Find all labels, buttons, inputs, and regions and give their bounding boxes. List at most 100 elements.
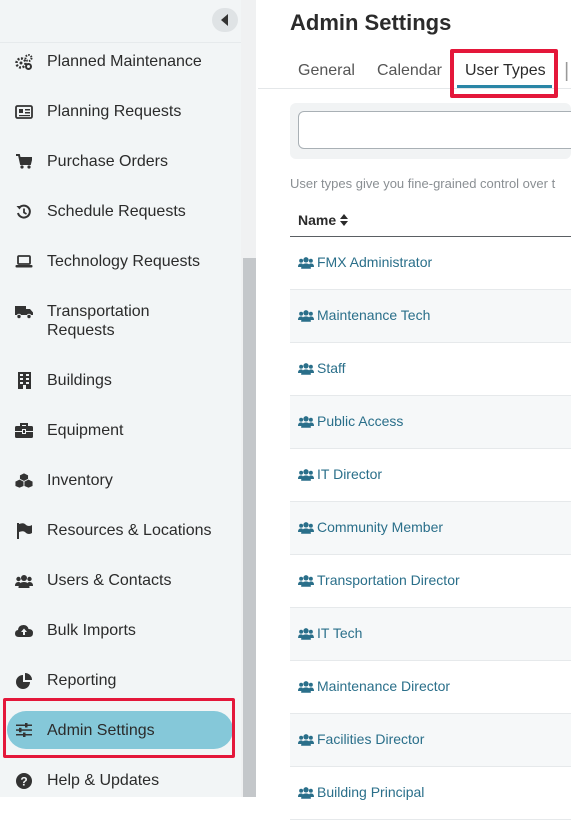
sidebar-item-transportation-requests[interactable]: Transportation Requests xyxy=(0,302,241,340)
users-icon xyxy=(298,468,314,481)
sidebar-scrollbar-thumb[interactable] xyxy=(243,258,256,797)
sidebar-item-label: Buildings xyxy=(47,372,112,389)
sidebar-item-label-line1: Transportation xyxy=(47,303,150,320)
sidebar-item-label: Help & Updates xyxy=(47,772,160,789)
annotation-highlight-user-types-tab xyxy=(450,49,558,98)
user-type-name: FMX Administrator xyxy=(317,254,433,270)
sidebar-item-label: Reporting xyxy=(47,672,117,689)
sidebar-item-buildings[interactable]: Buildings xyxy=(0,371,241,390)
sidebar-item-label: Resources & Locations xyxy=(47,522,212,539)
sidebar-item-equipment[interactable]: Equipment xyxy=(0,421,241,440)
question-circle-icon: ? xyxy=(15,772,33,790)
sidebar-item-label: Schedule Requests xyxy=(47,203,186,220)
user-type-name: Staff xyxy=(317,360,346,376)
user-type-name: IT Director xyxy=(317,466,383,482)
table-row: Facilities Director xyxy=(290,714,571,767)
sort-icon xyxy=(340,214,349,226)
sidebar-divider xyxy=(0,42,241,43)
chevron-left-icon xyxy=(221,14,228,26)
user-type-name: Community Member xyxy=(317,519,444,535)
sidebar-item-purchase-orders[interactable]: Purchase Orders xyxy=(0,152,241,171)
gears-icon xyxy=(15,53,33,71)
user-type-name: Maintenance Director xyxy=(317,678,451,694)
user-type-name: Public Access xyxy=(317,413,404,429)
user-type-link[interactable]: Facilities Director xyxy=(298,731,424,747)
table-row: Building Principal xyxy=(290,767,571,820)
cubes-icon xyxy=(15,472,33,490)
sidebar-item-bulk-imports[interactable]: Bulk Imports xyxy=(0,621,241,640)
user-type-link[interactable]: IT Tech xyxy=(298,625,362,641)
column-header-name[interactable]: Name xyxy=(298,212,349,228)
search-input[interactable] xyxy=(298,111,571,149)
sidebar-item-schedule-requests[interactable]: Schedule Requests xyxy=(0,202,241,221)
sidebar-item-inventory[interactable]: Inventory xyxy=(0,471,241,490)
user-type-link[interactable]: Maintenance Director xyxy=(298,678,450,694)
sidebar-item-label: Planning Requests xyxy=(47,103,182,120)
sidebar-item-label: Users & Contacts xyxy=(47,572,172,589)
users-icon xyxy=(298,415,314,428)
users-icon xyxy=(298,362,314,375)
sidebar-item-label: Purchase Orders xyxy=(47,153,168,170)
sidebar-item-technology-requests[interactable]: Technology Requests xyxy=(0,252,241,271)
sidebar-item-help-updates[interactable]: ? Help & Updates xyxy=(0,771,241,790)
cloud-upload-icon xyxy=(15,622,33,640)
user-type-link[interactable]: IT Director xyxy=(298,466,382,482)
tab-calendar[interactable]: Calendar xyxy=(377,62,442,80)
history-icon xyxy=(15,203,33,221)
tab-next-truncated[interactable]: ▏ xyxy=(566,62,571,82)
sidebar-item-users-contacts[interactable]: Users & Contacts xyxy=(0,571,241,590)
table-row: Maintenance Tech xyxy=(290,290,571,343)
user-type-link[interactable]: Community Member xyxy=(298,519,443,535)
truck-icon xyxy=(15,303,33,321)
user-type-name: IT Tech xyxy=(317,625,363,641)
users-icon xyxy=(298,521,314,534)
table-row: IT Tech xyxy=(290,608,571,661)
sidebar-item-reporting[interactable]: Reporting xyxy=(0,671,241,690)
sidebar-item-label: Planned Maintenance xyxy=(47,53,202,70)
table-row: FMX Administrator xyxy=(290,237,571,290)
sidebar-item-label: Transportation Requests xyxy=(47,302,150,340)
column-header-label: Name xyxy=(298,212,337,228)
sidebar-item-label: Technology Requests xyxy=(47,253,200,270)
user-type-link[interactable]: Building Principal xyxy=(298,784,424,800)
newspaper-icon xyxy=(15,103,33,121)
svg-text:?: ? xyxy=(20,774,27,788)
toolbox-icon xyxy=(15,422,33,440)
flag-icon xyxy=(15,522,33,540)
table-row: Transportation Director xyxy=(290,555,571,608)
page-title: Admin Settings xyxy=(290,10,452,35)
sidebar-item-label-line2: Requests xyxy=(47,322,115,339)
collapse-sidebar-button[interactable] xyxy=(212,8,238,32)
users-icon xyxy=(298,256,314,269)
user-type-name: Building Principal xyxy=(317,784,425,800)
users-icon xyxy=(298,574,314,587)
sidebar-item-label: Inventory xyxy=(47,472,113,489)
user-type-link[interactable]: Staff xyxy=(298,360,346,376)
description-text: User types give you fine-grained control… xyxy=(290,176,556,191)
users-icon xyxy=(298,627,314,640)
table-row: Community Member xyxy=(290,502,571,555)
annotation-highlight-admin-settings xyxy=(3,698,235,758)
sidebar-item-planned-maintenance[interactable]: Planned Maintenance xyxy=(0,52,241,71)
tab-general[interactable]: General xyxy=(298,62,355,80)
user-type-name: Facilities Director xyxy=(317,731,425,747)
user-type-link[interactable]: Transportation Director xyxy=(298,572,460,588)
user-type-link[interactable]: Public Access xyxy=(298,413,403,429)
table-row: Public Access xyxy=(290,396,571,449)
sidebar: Planned Maintenance Planning Requests Pu… xyxy=(0,0,241,797)
user-type-link[interactable]: Maintenance Tech xyxy=(298,307,430,323)
sidebar-item-label: Bulk Imports xyxy=(47,622,136,639)
users-icon xyxy=(298,733,314,746)
users-icon xyxy=(15,572,33,590)
cart-icon xyxy=(15,153,33,171)
users-icon xyxy=(298,309,314,322)
users-icon xyxy=(298,680,314,693)
sidebar-item-label: Equipment xyxy=(47,422,124,439)
pie-chart-icon xyxy=(15,672,33,690)
user-type-name: Transportation Director xyxy=(317,572,460,588)
sidebar-item-resources-locations[interactable]: Resources & Locations xyxy=(0,521,241,540)
table-row: IT Director xyxy=(290,449,571,502)
user-type-link[interactable]: FMX Administrator xyxy=(298,254,432,270)
building-icon xyxy=(15,372,33,390)
sidebar-item-planning-requests[interactable]: Planning Requests xyxy=(0,102,241,121)
